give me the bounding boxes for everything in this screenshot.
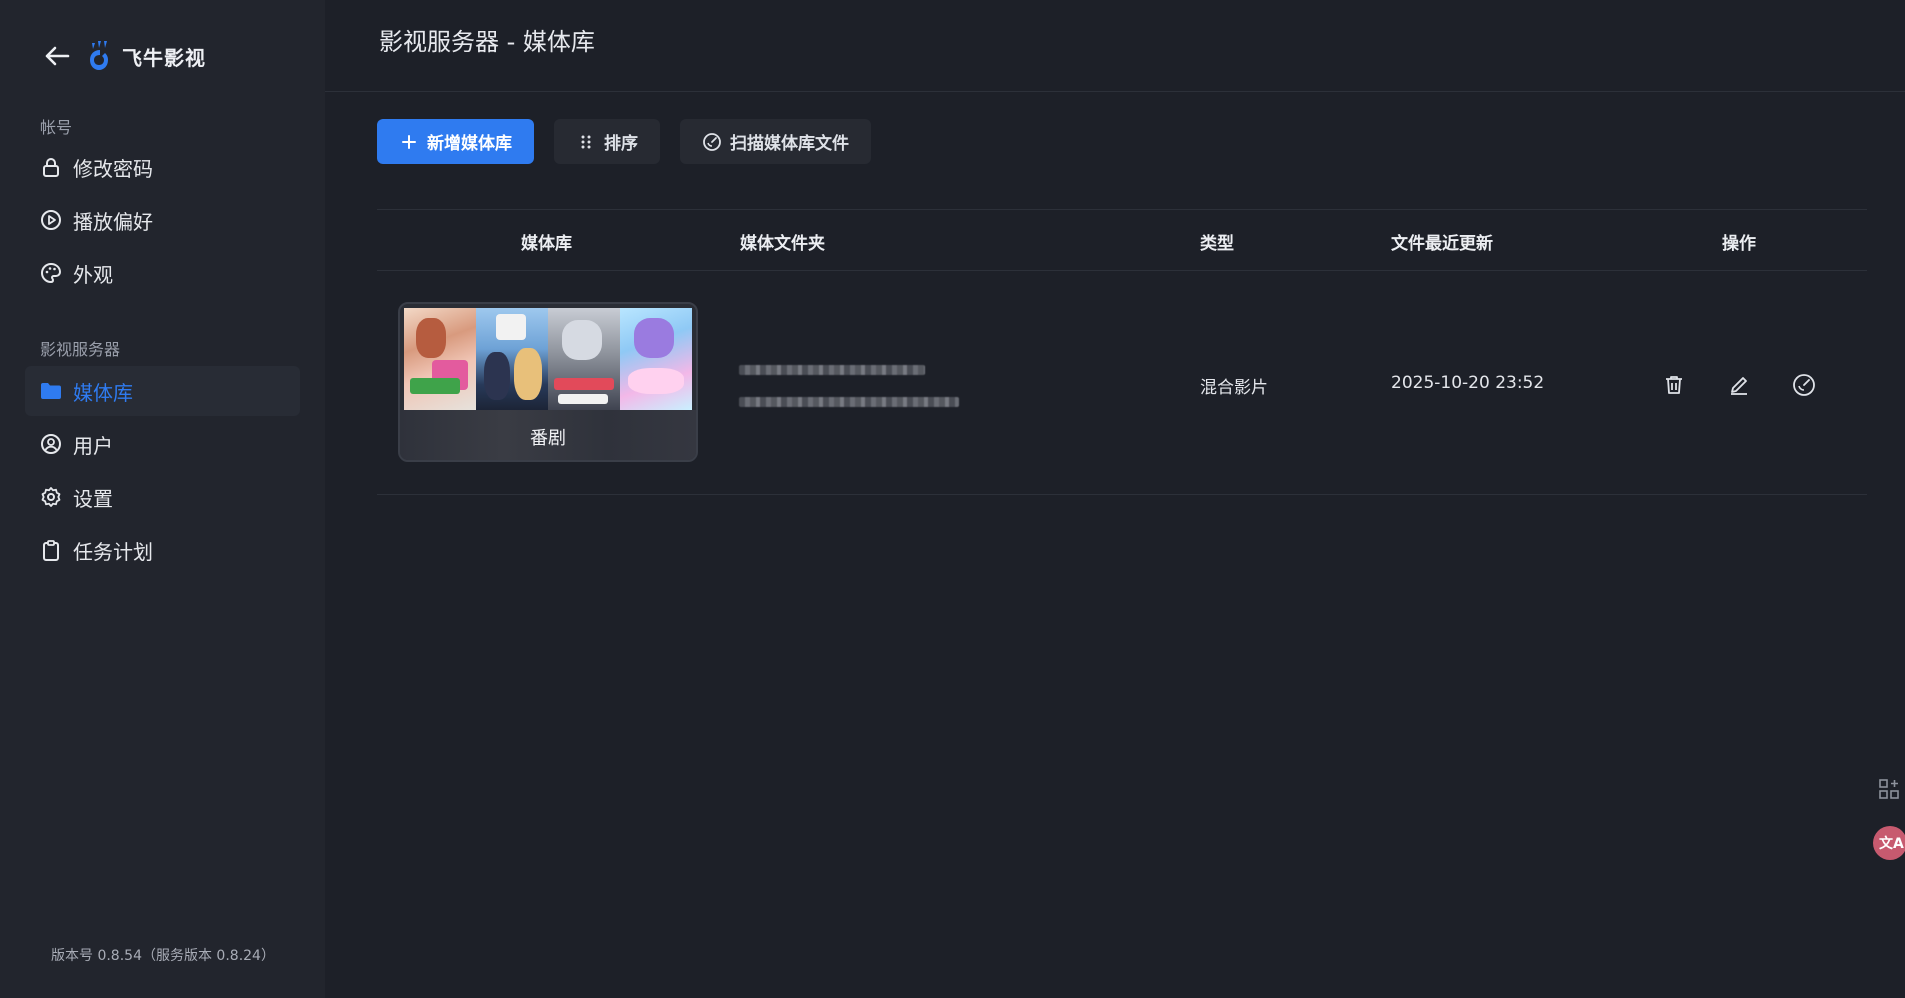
delete-button[interactable] [1659,370,1689,400]
sidebar-item-task-schedule[interactable]: 任务计划 [25,525,300,575]
page-title: 影视服务器 - 媒体库 [379,28,595,56]
table-header: 媒体库 媒体文件夹 类型 文件最近更新 操作 [377,209,1867,271]
add-library-button[interactable]: 新增媒体库 [377,119,534,164]
play-circle-icon [39,208,63,232]
sidebar-item-label: 媒体库 [73,380,133,405]
sidebar-item-media-library[interactable]: 媒体库 [25,366,300,416]
gear-icon [39,485,63,509]
pencil-icon [1731,377,1747,395]
sidebar-item-playback-preference[interactable]: 播放偏好 [25,195,300,245]
toolbar: 新增媒体库 排序 扫描媒体库文件 [377,119,871,164]
edit-button[interactable] [1724,370,1754,400]
lock-icon [39,155,63,179]
brand: 飞牛影视 [42,39,206,73]
sidebar-item-label: 任务计划 [73,539,153,564]
folder-path-redacted [739,365,925,375]
sort-label: 排序 [604,134,638,154]
app-name: 飞牛影视 [122,45,206,70]
sidebar-item-label: 修改密码 [73,156,153,181]
scan-gauge-icon [1793,374,1815,396]
library-cover-card[interactable]: 番剧 [398,302,698,462]
apps-grid-button[interactable] [1876,776,1902,802]
column-header-type: 类型 [1200,234,1234,254]
column-header-updated: 文件最近更新 [1391,234,1493,254]
translate-icon: 文A [1879,836,1904,852]
folder-icon [39,379,63,403]
library-updated-time: 2025-10-20 23:52 [1391,373,1545,393]
palette-icon [39,261,63,285]
scan-button[interactable] [1789,370,1819,400]
library-type: 混合影片 [1200,378,1268,398]
section-label-account: 帐号 [40,118,73,137]
translate-button[interactable]: 文A [1873,826,1905,860]
plus-icon [399,132,419,152]
sidebar-item-label: 播放偏好 [73,209,153,234]
library-cover-image [404,308,692,410]
column-header-actions: 操作 [1722,234,1756,254]
app-logo-icon [90,41,108,70]
drag-handle-icon [576,132,596,152]
column-header-library: 媒体库 [521,234,572,254]
sidebar: 飞牛影视 帐号 修改密码 播放偏好 外观 影视服务器 媒体库 用户 设置 任务计… [0,0,325,998]
section-label-server: 影视服务器 [40,340,121,359]
trash-icon [1666,376,1682,394]
table-row: 番剧 混合影片 2025-10-20 23:52 [377,271,1867,495]
folder-path-redacted [739,397,959,407]
scan-library-label: 扫描媒体库文件 [730,134,849,154]
grid-plus-icon [1879,779,1899,799]
sidebar-item-label: 设置 [73,486,113,511]
back-button[interactable] [42,41,72,71]
add-library-label: 新增媒体库 [427,134,512,154]
column-header-folder: 媒体文件夹 [740,234,825,254]
scan-library-button[interactable]: 扫描媒体库文件 [680,119,871,164]
clipboard-icon [39,538,63,562]
arrow-left-icon [45,46,70,66]
sidebar-item-users[interactable]: 用户 [25,419,300,469]
sort-button[interactable]: 排序 [554,119,660,164]
user-circle-icon [39,432,63,456]
library-name: 番剧 [530,428,566,449]
page-header: 影视服务器 - 媒体库 [325,0,1905,92]
sidebar-item-settings[interactable]: 设置 [25,472,300,522]
sidebar-item-change-password[interactable]: 修改密码 [25,142,300,192]
sidebar-item-label: 外观 [73,262,113,287]
scan-gauge-icon [702,132,722,152]
sidebar-item-label: 用户 [73,433,113,458]
sidebar-item-appearance[interactable]: 外观 [25,248,300,298]
version-info: 版本号 0.8.54（服务版本 0.8.24） [51,948,275,964]
library-table: 媒体库 媒体文件夹 类型 文件最近更新 操作 番剧 混合影片 2025-10-2… [377,209,1867,495]
